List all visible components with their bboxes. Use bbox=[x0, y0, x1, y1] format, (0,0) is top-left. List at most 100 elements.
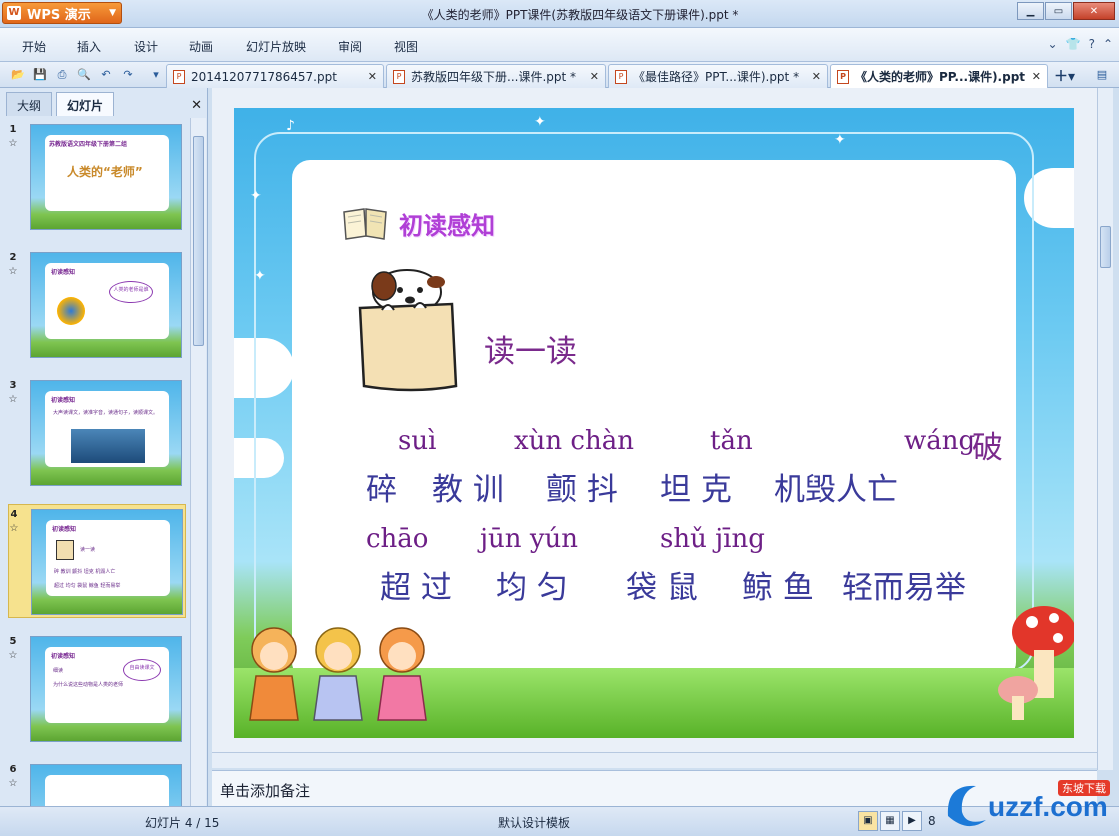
tab-slides[interactable]: 幻灯片 bbox=[56, 92, 115, 116]
close-window-button[interactable]: ✕ bbox=[1073, 2, 1115, 20]
cartoon-child-image bbox=[249, 627, 299, 721]
minimize-button[interactable]: ▁ bbox=[1017, 2, 1044, 20]
close-tab-icon[interactable]: ✕ bbox=[812, 70, 821, 83]
close-tab-icon[interactable]: ✕ bbox=[590, 70, 599, 83]
skin-icon[interactable]: 👕 bbox=[1066, 37, 1081, 51]
pinyin-xun-chan: xùn chàn bbox=[514, 426, 634, 456]
doc-tab-3[interactable]: P 《最佳路径》PPT...课件).ppt * ✕ bbox=[608, 64, 828, 88]
close-tab-icon[interactable]: ✕ bbox=[1032, 70, 1041, 83]
window-title: 《人类的老师》PPT课件(苏教版四年级语文下册课件).ppt * bbox=[421, 8, 739, 22]
thumb-bubble-text: 人类的老师是谁 bbox=[109, 281, 153, 303]
hanzi-qingeryiju: 轻而易举 bbox=[842, 570, 966, 606]
slide-thumbnail-list: 1 ☆ 苏教版语文四年级下册第二组 人类的“老师” 2 ☆ 初读感知 人类的老师… bbox=[0, 118, 190, 806]
section-title: 初读感知 bbox=[399, 212, 495, 240]
hanzi-tanke: 坦 克 bbox=[660, 472, 732, 508]
slide-thumb-5[interactable]: 5 ☆ 初读感知 细读 为什么说这些动物是人类的老师 自由读课文 bbox=[8, 632, 186, 746]
print-icon[interactable]: ⎙ bbox=[54, 67, 70, 83]
read-aloud-label: 读一读 bbox=[484, 334, 577, 370]
help-icon[interactable]: ? bbox=[1089, 37, 1095, 51]
open-folder-icon[interactable]: 📂 bbox=[10, 67, 26, 83]
slide-thumb-2[interactable]: 2 ☆ 初读感知 人类的老师是谁 bbox=[8, 248, 186, 362]
thumb-text: 大声读课文，读准字音，读通句子，读顺课文。 bbox=[53, 410, 159, 416]
slide-number: 3 bbox=[9, 380, 17, 391]
menu-review[interactable]: 审阅 bbox=[338, 38, 362, 55]
slide-number: 1 bbox=[9, 124, 17, 135]
maximize-button[interactable]: ▭ bbox=[1045, 2, 1072, 20]
thumb-text: 初读感知 bbox=[52, 526, 77, 533]
tab-outline[interactable]: 大纲 bbox=[6, 92, 53, 116]
mushroom-image bbox=[998, 606, 1074, 720]
slide-sorter-icon[interactable]: ▦ bbox=[880, 811, 900, 831]
doc-tab-4-active[interactable]: P 《人类的老师》PP...课件).ppt * ✕ bbox=[830, 64, 1048, 88]
hanzi-chaoguo: 超 过 bbox=[380, 570, 452, 606]
slide-thumb-6[interactable]: 6 ☆ bbox=[8, 760, 186, 806]
dog-in-bag-image bbox=[358, 269, 458, 392]
chevron-down-icon[interactable]: ⌄ bbox=[1048, 37, 1058, 51]
animation-star-icon: ☆ bbox=[8, 138, 18, 149]
hanzi-daishu: 袋 鼠 bbox=[626, 570, 698, 606]
slide-canvas[interactable]: ♪ ✦ ✦ ✦ ✦ ✦ 初读感知 读一读 suì xùn chàn tǎn wá… bbox=[234, 108, 1074, 738]
close-tab-icon[interactable]: ✕ bbox=[368, 70, 377, 83]
watermark-tag: 东坡下载 bbox=[1062, 782, 1106, 795]
doc-tab-label: 2014120771786457.ppt bbox=[191, 69, 337, 84]
minimize-ribbon-icon[interactable]: ⌃ bbox=[1103, 37, 1113, 51]
scrollbar-thumb[interactable] bbox=[193, 136, 204, 346]
ppt-file-icon: P bbox=[173, 69, 185, 84]
animation-star-icon: ☆ bbox=[8, 266, 18, 277]
new-tab-button[interactable]: ＋▾ bbox=[1054, 66, 1090, 86]
menu-view[interactable]: 视图 bbox=[394, 38, 418, 55]
menu-design[interactable]: 设计 bbox=[134, 38, 158, 55]
thumbnail-scrollbar[interactable] bbox=[190, 118, 206, 806]
scrollbar-thumb[interactable] bbox=[1100, 226, 1111, 268]
mascot-image bbox=[57, 297, 85, 325]
thumb-text: 碎 教训 颤抖 坦克 机毁人亡 bbox=[54, 569, 116, 575]
cartoon-child-image bbox=[377, 627, 427, 721]
doc-tab-label: 《人类的老师》PP...课件).ppt * bbox=[855, 70, 1026, 84]
tab-list-icon[interactable]: ▤ bbox=[1094, 67, 1110, 83]
pinyin-chao: chāo bbox=[366, 524, 429, 554]
thumb-text: 初读感知 bbox=[51, 653, 76, 660]
thumb-text: 为什么说这些动物是人类的老师 bbox=[53, 682, 124, 688]
menu-animation[interactable]: 动画 bbox=[189, 38, 213, 55]
app-name: WPS 演示 bbox=[27, 7, 91, 23]
pinyin-sui: suì bbox=[398, 426, 437, 456]
hanzi-jingyu: 鲸 鱼 bbox=[742, 570, 814, 606]
slide-number: 2 bbox=[9, 252, 17, 263]
design-template-name[interactable]: 默认设计模板 bbox=[498, 814, 570, 831]
print-preview-icon[interactable]: 🔍 bbox=[76, 67, 92, 83]
animation-star-icon: ☆ bbox=[8, 394, 18, 405]
thumb-text: 初读感知 bbox=[51, 397, 76, 404]
slideshow-view-icon[interactable]: ▶ bbox=[902, 811, 922, 831]
chevron-down-icon: ▼ bbox=[109, 8, 116, 18]
animation-star-icon: ☆ bbox=[8, 650, 18, 661]
toolbar-more-icon[interactable]: ▾ bbox=[148, 67, 164, 83]
dog-bag-image bbox=[56, 540, 74, 560]
redo-icon[interactable]: ↷ bbox=[120, 67, 136, 83]
slide-thumb-4-selected[interactable]: 4 ☆ 初读感知 读一读 碎 教训 颤抖 坦克 机毁人亡 超过 均匀 袋鼠 鲸鱼… bbox=[8, 504, 186, 618]
wps-app-menu-button[interactable]: W WPS 演示 ▼ bbox=[2, 2, 122, 24]
normal-view-icon[interactable]: ▣ bbox=[858, 811, 878, 831]
cartoon-child-image bbox=[313, 627, 363, 721]
undo-icon[interactable]: ↶ bbox=[98, 67, 114, 83]
doc-tab-2[interactable]: P 苏教版四年级下册...课件.ppt * ✕ bbox=[386, 64, 606, 88]
slide-thumb-3[interactable]: 3 ☆ 初读感知 大声读课文，读准字音，读通句子，读顺课文。 bbox=[8, 376, 186, 490]
ppt-file-icon: P bbox=[393, 69, 405, 84]
slide-thumb-1[interactable]: 1 ☆ 苏教版语文四年级下册第二组 人类的“老师” bbox=[8, 120, 186, 234]
menu-insert[interactable]: 插入 bbox=[77, 38, 101, 55]
save-icon[interactable]: 💾 bbox=[32, 67, 48, 83]
hanzi-jihuirenwang: 机毁人亡 bbox=[774, 472, 898, 508]
doc-tab-1[interactable]: P 2014120771786457.ppt ✕ bbox=[166, 64, 384, 88]
horizontal-scrollbar[interactable] bbox=[212, 752, 1097, 768]
thumb-text: 初读感知 bbox=[51, 269, 76, 276]
close-pane-icon[interactable]: ✕ bbox=[191, 98, 202, 113]
thumb-text: 细读 bbox=[53, 668, 64, 674]
hanzi-jiaoxun: 教 训 bbox=[432, 472, 504, 508]
pinyin-wang: wáng bbox=[904, 426, 976, 456]
hanzi-chandou: 颤 抖 bbox=[546, 472, 618, 508]
thumb-bubble-text: 自由读课文 bbox=[123, 659, 161, 681]
menu-home[interactable]: 开始 bbox=[22, 38, 46, 55]
vertical-scrollbar[interactable] bbox=[1097, 88, 1113, 770]
thumb-text: 超过 均匀 袋鼠 鲸鱼 轻而易举 bbox=[54, 583, 121, 589]
slides-pane: 大纲 幻灯片 ✕ 1 ☆ 苏教版语文四年级下册第二组 人类的“老师” 2 ☆ 初… bbox=[0, 88, 208, 806]
menu-slideshow[interactable]: 幻灯片放映 bbox=[246, 38, 306, 55]
